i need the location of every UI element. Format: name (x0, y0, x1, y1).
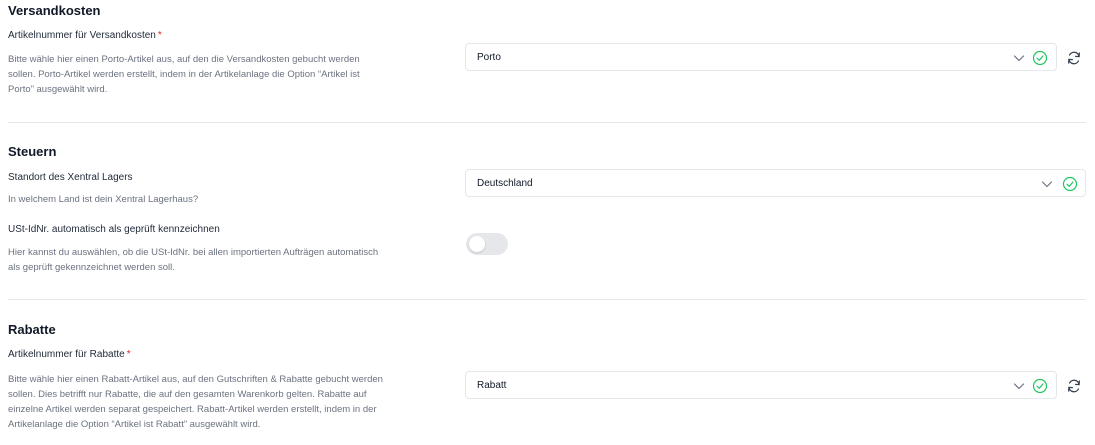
refresh-icon[interactable] (1066, 378, 1082, 394)
chevron-down-icon (1041, 181, 1053, 188)
field-description-ust: Hier kannst du auswählen, ob die USt-IdN… (8, 245, 448, 275)
rabatt-article-select[interactable]: Rabatt (465, 371, 1057, 399)
check-circle-icon (1032, 50, 1048, 66)
ust-auto-verify-toggle[interactable] (466, 233, 508, 255)
warehouse-country-select[interactable]: Deutschland (465, 169, 1086, 197)
required-marker: * (126, 349, 131, 360)
select-value: Deutschland (477, 178, 533, 189)
check-circle-icon (1062, 176, 1078, 192)
refresh-icon[interactable] (1066, 50, 1082, 66)
chevron-down-icon (1013, 55, 1025, 62)
description-line: sollen. Porto-Artikel werden erstellt, i… (8, 69, 360, 80)
section-title-versandkosten: Versandkosten (8, 3, 101, 18)
description-line: Bitte wähle hier einen Porto-Artikel aus… (8, 54, 360, 65)
field-label-rabatte: Artikelnummer für Rabatte * (8, 349, 131, 360)
field-label-versandkosten: Artikelnummer für Versandkosten * (8, 30, 162, 41)
required-marker: * (157, 30, 162, 41)
section-divider (8, 122, 1086, 123)
field-label-lager: Standort des Xentral Lagers (8, 172, 133, 183)
porto-article-select[interactable]: Porto (465, 43, 1057, 71)
section-divider (8, 299, 1086, 300)
toggle-knob (469, 236, 485, 252)
description-line: Porto” ausgewählt wird. (8, 84, 108, 95)
field-description-versandkosten: Bitte wähle hier einen Porto-Artikel aus… (8, 52, 448, 97)
description-line: einzelne Artikel werden separat gespeich… (8, 404, 377, 415)
select-value: Porto (477, 52, 501, 63)
field-description-lager: In welchem Land ist dein Xentral Lagerha… (8, 194, 199, 205)
description-line: Artikelanlage die Option “Artikel ist Ra… (8, 419, 261, 430)
field-label-text: Artikelnummer für Rabatte (8, 349, 125, 360)
description-line: Hier kannst du auswählen, ob die USt-IdN… (8, 247, 379, 258)
description-line: als geprüft gekennzeichnet werden soll. (8, 262, 175, 273)
description-line: sollen. Dies betrifft nur Rabatte, die a… (8, 389, 367, 400)
field-label-text: Artikelnummer für Versandkosten (8, 30, 156, 41)
section-title-rabatte: Rabatte (8, 322, 56, 337)
select-value: Rabatt (477, 380, 507, 391)
field-label-ust: USt-IdNr. automatisch als geprüft kennze… (8, 224, 220, 235)
description-line: Bitte wähle hier einen Rabatt-Artikel au… (8, 374, 383, 385)
field-description-rabatte: Bitte wähle hier einen Rabatt-Artikel au… (8, 372, 448, 432)
chevron-down-icon (1013, 383, 1025, 390)
section-title-steuern: Steuern (8, 144, 57, 159)
check-circle-icon (1032, 378, 1048, 394)
